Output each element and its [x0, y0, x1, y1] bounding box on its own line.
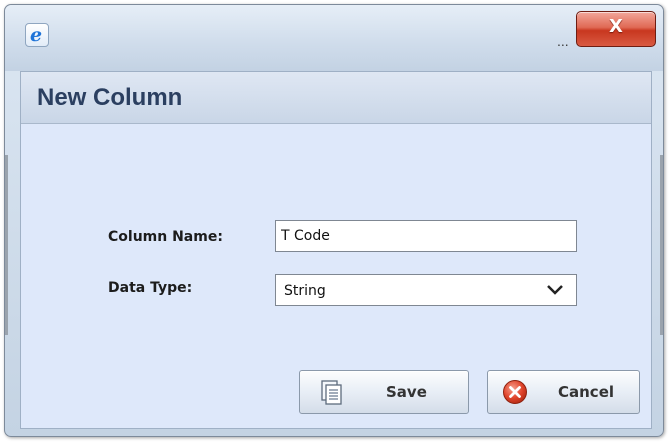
data-type-label: Data Type:	[108, 280, 193, 296]
dialog-window: e ... X New Column Column Name: Data Typ…	[4, 4, 664, 437]
save-button[interactable]: Save	[299, 370, 469, 414]
close-button[interactable]: X	[576, 11, 656, 47]
dialog-content: New Column Column Name: Data Type: Strin…	[20, 71, 652, 429]
dialog-header: New Column	[21, 72, 651, 124]
chevron-down-icon	[547, 285, 563, 295]
cancel-button-label: Cancel	[558, 383, 615, 401]
cancel-button[interactable]: Cancel	[487, 370, 640, 414]
left-edge-shadow	[5, 155, 8, 335]
title-ellipsis: ...	[557, 33, 569, 49]
dialog-title: New Column	[37, 84, 183, 111]
data-type-select[interactable]: String	[275, 274, 577, 306]
app-icon-glyph: e	[30, 24, 43, 46]
close-icon: X	[609, 16, 623, 37]
column-name-label: Column Name:	[108, 229, 223, 245]
save-document-icon	[321, 380, 342, 405]
internet-explorer-icon: e	[25, 23, 49, 47]
cancel-x-icon	[503, 380, 527, 404]
right-edge-shadow	[660, 155, 663, 335]
column-name-input[interactable]	[275, 220, 577, 252]
data-type-value: String	[284, 283, 326, 299]
save-button-label: Save	[386, 383, 427, 401]
title-bar[interactable]: e ... X	[5, 5, 663, 71]
